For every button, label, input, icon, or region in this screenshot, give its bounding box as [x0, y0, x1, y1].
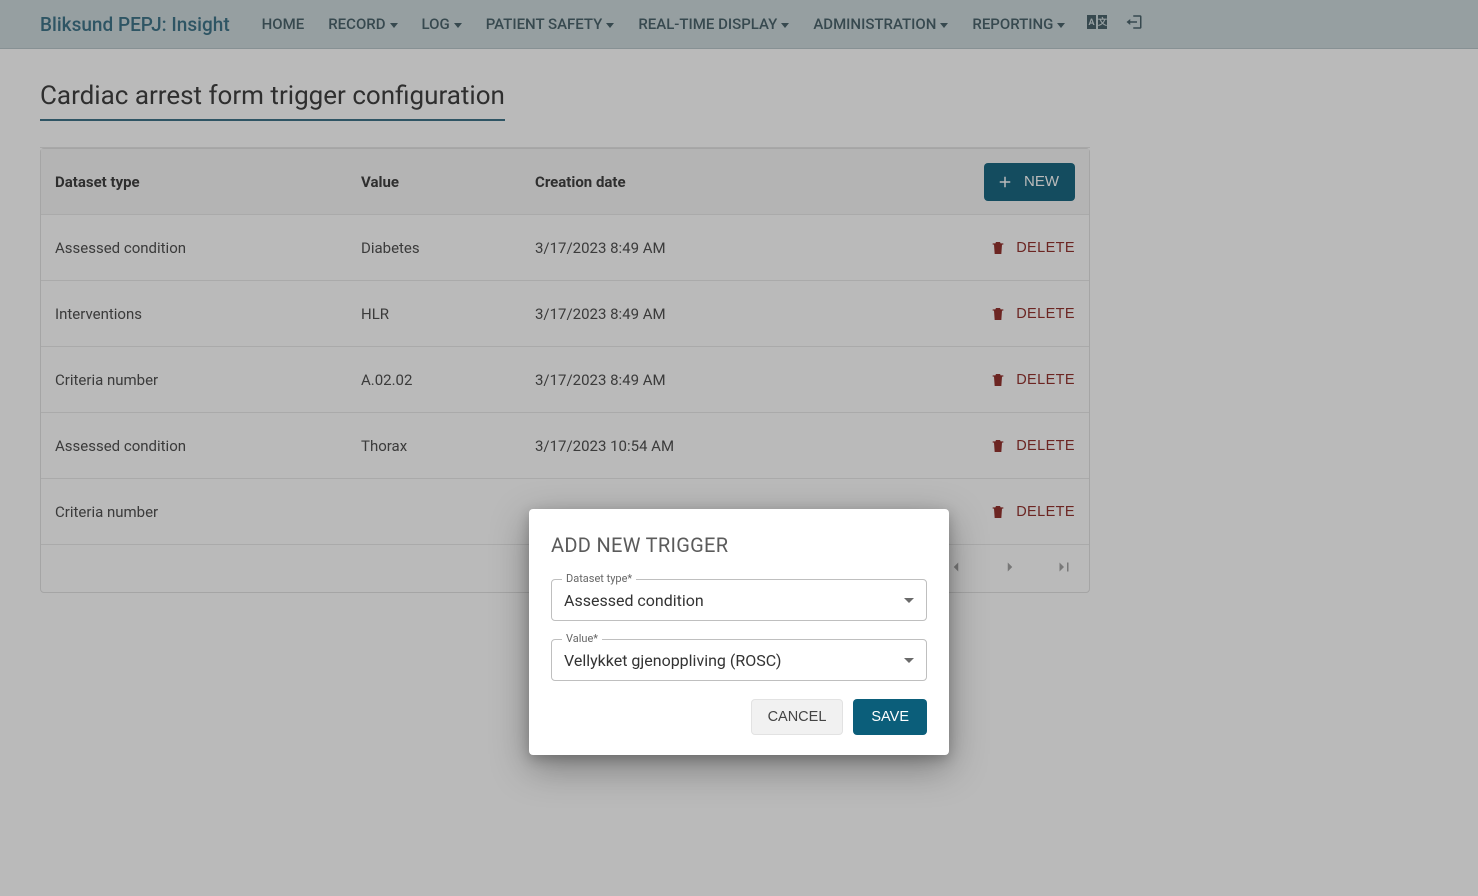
chevron-down-icon: [904, 658, 914, 663]
dataset-type-value: Assessed condition: [564, 591, 904, 610]
modal-overlay[interactable]: ADD NEW TRIGGER Dataset type* Assessed c…: [0, 0, 1478, 896]
dataset-type-select[interactable]: Dataset type* Assessed condition: [551, 579, 927, 621]
cancel-button[interactable]: CANCEL: [751, 699, 844, 735]
dialog-title: ADD NEW TRIGGER: [551, 533, 927, 557]
save-button[interactable]: SAVE: [853, 699, 927, 735]
value-label: Value*: [562, 632, 602, 645]
dataset-type-label: Dataset type*: [562, 572, 636, 585]
value-select[interactable]: Value* Vellykket gjenoppliving (ROSC): [551, 639, 927, 681]
add-trigger-dialog: ADD NEW TRIGGER Dataset type* Assessed c…: [529, 509, 949, 755]
value-value: Vellykket gjenoppliving (ROSC): [564, 651, 904, 670]
chevron-down-icon: [904, 598, 914, 603]
dialog-actions: CANCEL SAVE: [551, 699, 927, 735]
